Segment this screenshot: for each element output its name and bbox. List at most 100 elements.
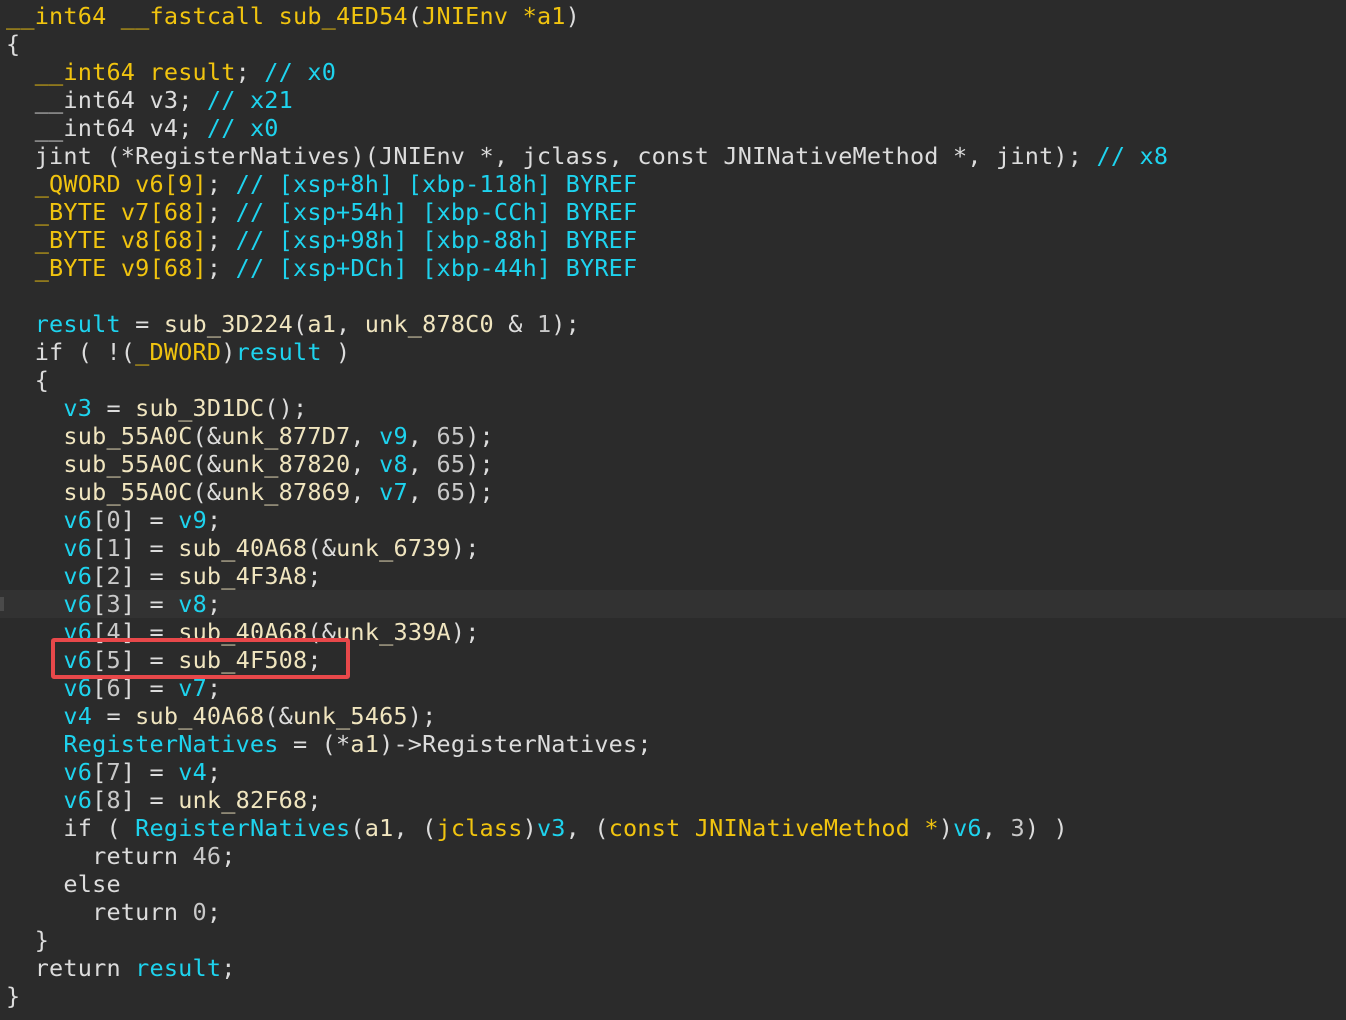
code-token-plain: , [407,450,437,478]
code-token-plain: __int64 [34,114,136,142]
code-token-type: * [522,2,537,30]
code-token-variable: result [235,338,322,366]
code-token-plain: ] = [120,562,179,590]
code-token-plain: ( [350,814,365,842]
code-line[interactable]: v6[1] = sub_40A68(&unk_6739); [6,534,480,562]
code-line[interactable]: return 0; [6,898,221,926]
code-token-plain: ); [407,702,437,730]
code-line[interactable]: __int64 result; // x0 [6,58,336,86]
code-line[interactable]: return result; [6,954,236,982]
code-token-type: _BYTE [34,226,107,254]
code-token-number: 1 [536,310,552,338]
code-line[interactable]: v6[7] = v4; [6,758,221,786]
code-token-number: 0 [106,506,121,534]
code-token-type: _BYTE [34,198,107,226]
code-token-type: a1 [536,2,566,30]
code-token-type: JNIEnv [422,2,509,30]
code-token-plain: ; [235,58,250,86]
code-token-variable: v6 [63,786,93,814]
code-line[interactable]: _BYTE v8[68]; // [xsp+98h] [xbp-88h] BYR… [6,226,637,254]
code-token-plain: { [6,30,21,58]
code-token-number: 8 [106,786,121,814]
code-line[interactable]: result = sub_3D224(a1, unk_878C0 & 1); [6,310,580,338]
code-token-plain: ] = [120,758,179,786]
code-token-plain: ; [206,506,222,534]
code-line[interactable]: __int64 v3; // x21 [6,86,293,114]
code-token-number: 0 [192,898,207,926]
code-token-variable: v3 [63,394,93,422]
code-token-function: unk_82F68 [178,786,308,814]
code-line[interactable]: RegisterNatives = (*a1)->RegisterNatives… [6,730,652,758]
code-token-comment: // x8 [1082,142,1169,170]
code-token-function: sub_40A68 [135,702,265,730]
code-line[interactable]: sub_55A0C(&unk_87820, v8, 65); [6,450,494,478]
code-line[interactable]: v4 = sub_40A68(&unk_5465); [6,702,437,730]
code-line[interactable]: { [6,30,20,58]
code-token-plain: (& [192,450,222,478]
code-token-variable: v6 [63,562,93,590]
code-token-type: v6[9] [135,170,207,198]
code-line[interactable]: __int64 v4; // x0 [6,114,279,142]
code-line[interactable]: _BYTE v7[68]; // [xsp+54h] [xbp-CCh] BYR… [6,198,637,226]
code-token-type: __int64 [6,2,107,30]
code-line[interactable]: { [6,366,49,394]
code-line[interactable]: __int64 __fastcall sub_4ED54(JNIEnv *a1) [6,2,580,30]
code-token-plain: , [981,814,1011,842]
code-line[interactable]: sub_55A0C(&unk_87869, v7, 65); [6,478,494,506]
code-token-number: 3 [106,590,121,618]
code-token-plain: ); [551,310,580,338]
code-line[interactable]: if ( !(_DWORD)result ) [6,338,350,366]
code-token-plain: ; [307,786,322,814]
code-token-variable: v4 [178,758,207,786]
code-token-plain: else [63,870,121,898]
code-token-variable: result [34,310,121,338]
code-token-plain: v4 [149,114,179,142]
code-line[interactable]: return 46; [6,842,236,870]
code-line[interactable]: jint (*RegisterNatives)(JNIEnv *, jclass… [6,142,1168,170]
code-token-type: sub_4ED54 [278,2,408,30]
code-token-type: _DWORD [135,338,222,366]
code-token-plain: ; [221,954,236,982]
code-token-comment: // [xsp+98h] [xbp-88h] BYREF [221,226,638,254]
code-token-plain: , [350,478,380,506]
code-line[interactable]: v3 = sub_3D1DC(); [6,394,307,422]
code-token-plain: __int64 [34,86,136,114]
code-token-type: __int64 [34,58,136,86]
code-line[interactable]: v6[8] = unk_82F68; [6,786,322,814]
code-token-plain: ; [178,114,193,142]
code-line[interactable]: else [6,870,121,898]
code-line[interactable]: } [6,982,20,1010]
code-token-type: v9[68] [120,254,207,282]
code-line[interactable]: v6[3] = v8; [6,590,221,618]
code-token-plain: ] = [120,590,179,618]
code-line[interactable]: v6[2] = sub_4F3A8; [6,562,322,590]
code-token-plain: , [350,422,380,450]
code-token-plain: (); [264,394,308,422]
code-token-variable: v9 [178,506,207,534]
code-line[interactable]: sub_55A0C(&unk_877D7, v9, 65); [6,422,494,450]
code-token-plain: , ( [393,814,437,842]
code-line[interactable]: _BYTE v9[68]; // [xsp+DCh] [xbp-44h] BYR… [6,254,637,282]
code-token-plain: ) [321,338,351,366]
code-token-function: a1 [350,730,380,758]
code-line[interactable]: } [6,926,49,954]
code-token-variable: v8 [379,450,408,478]
code-line[interactable]: if ( RegisterNatives(a1, (jclass)v3, (co… [6,814,1068,842]
code-line[interactable]: v6[0] = v9; [6,506,221,534]
code-token-type: _QWORD [34,170,121,198]
code-line[interactable]: _QWORD v6[9]; // [xsp+8h] [xbp-118h] BYR… [6,170,637,198]
code-token-plain: , [350,450,380,478]
